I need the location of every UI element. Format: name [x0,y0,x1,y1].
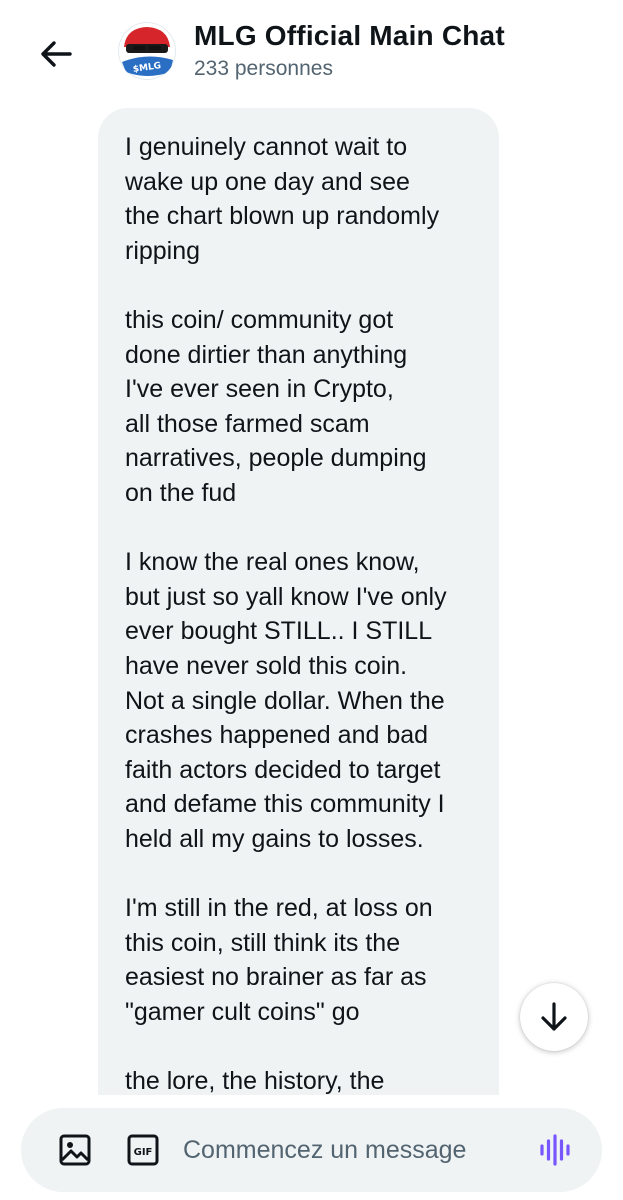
message-line: narratives, people dumping [125,444,427,473]
back-button[interactable] [32,30,80,78]
message-line: Not a single dollar. When the [125,686,445,715]
message-line: the lore, the history, the [125,1067,385,1096]
message-line: I genuinely cannot wait to [125,133,408,161]
add-media-button[interactable] [55,1130,95,1170]
scroll-to-bottom-button[interactable] [520,983,588,1051]
message-input[interactable] [183,1128,503,1172]
message-line: easiest no brainer as far as [125,963,427,992]
dm-conversation-screen: I genuinely cannot wait to wake up one d… [0,0,623,1200]
message-line [125,1029,479,1064]
message-line: this coin, still think its the [125,928,401,957]
message-line: the chart blown up randomly [125,202,440,231]
message-line [125,268,479,303]
message-line: wake up one day and see [125,167,410,196]
message-line: ever bought STILL.. I STILL [125,617,433,646]
message-line: crashes happened and bad [125,721,429,750]
message-line: I know the real ones know, [125,548,420,577]
message-line: I'm still in the red, at loss on [125,894,433,923]
message-line: "gamer cult coins" go [125,997,360,1026]
message-line: held all my gains to losses. [125,824,424,853]
message-line: but just so yall know I've only [125,582,447,611]
message-line: I've ever seen in Crypto, [125,375,394,404]
message-line: ripping [125,236,201,265]
arrow-left-icon [41,41,72,67]
message-line: done dirtier than anything [125,340,408,369]
message-line: and defame this community I [125,790,445,819]
message-composer: GIF [21,1108,602,1192]
message-line: on the fud [125,478,237,507]
message-line: this coin/ community got [125,305,394,334]
arrow-down-icon [541,1002,567,1031]
voice-wave-icon [540,1134,570,1166]
gif-label: GIF [134,1147,153,1158]
message-line: faith actors decided to target [125,755,441,784]
image-icon [59,1134,91,1166]
message-line: have never sold this coin. [125,651,408,680]
participant-count: 233 personnes [194,57,333,80]
message-line [125,511,479,546]
voice-message-button[interactable] [535,1130,575,1170]
group-avatar[interactable]: $MLG [118,22,176,80]
gif-icon: GIF [127,1134,159,1166]
message-line: all those farmed scam [125,409,370,438]
conversation-title[interactable]: MLG Official Main Chat [194,20,505,52]
conversation-header: $MLG MLG Official Main Chat 233 personne… [0,0,623,100]
add-gif-button[interactable]: GIF [123,1130,163,1170]
received-message-bubble[interactable]: I genuinely cannot wait to wake up one d… [98,108,499,1168]
message-line [125,856,479,891]
